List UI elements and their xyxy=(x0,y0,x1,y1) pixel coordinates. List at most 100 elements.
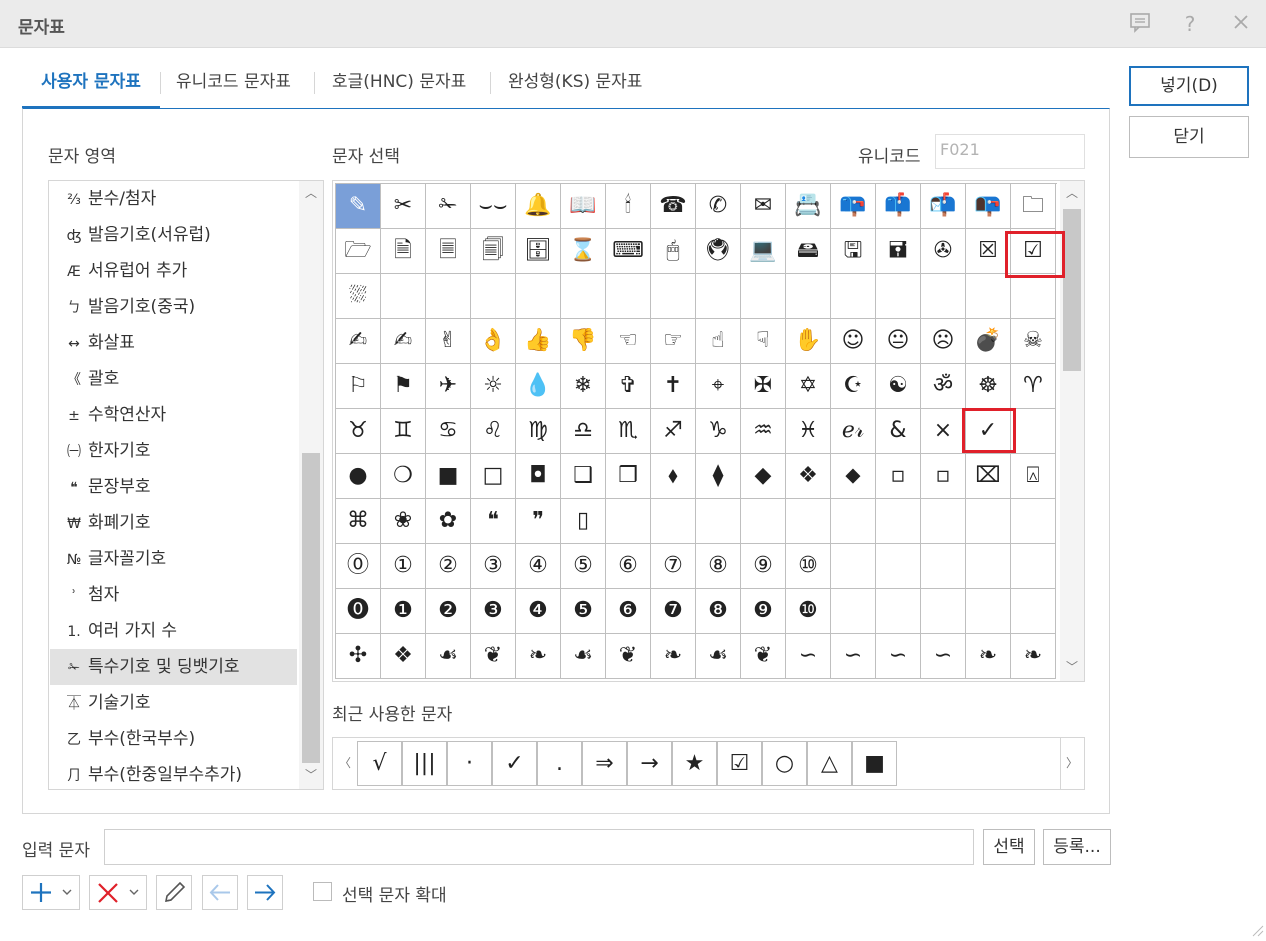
char-cell[interactable]: ⬧ xyxy=(651,454,696,499)
recent-char-cell[interactable]: ☑ xyxy=(717,741,762,786)
char-cell[interactable]: ♍ xyxy=(516,409,561,454)
char-cell[interactable]: 💻 xyxy=(741,229,786,274)
char-cell[interactable] xyxy=(966,499,1011,544)
char-cell[interactable]: ♏ xyxy=(606,409,651,454)
char-cell[interactable]: ☸ xyxy=(966,364,1011,409)
char-cell[interactable]: ⚐ xyxy=(336,364,381,409)
list-item[interactable]: ㄅ 발음기호(중국) xyxy=(50,289,297,325)
insert-button[interactable]: 넣기(D) xyxy=(1129,66,1249,106)
list-scrollbar[interactable]: ︿ ﹀ xyxy=(299,181,323,789)
char-cell[interactable]: ⌘ xyxy=(336,499,381,544)
list-item[interactable]: ₩ 화폐기호 xyxy=(50,505,297,541)
question-icon[interactable]: ? xyxy=(1177,11,1203,37)
char-cell[interactable]: ☝ xyxy=(696,319,741,364)
grid-scroll-thumb[interactable] xyxy=(1063,209,1081,371)
char-cell[interactable]: ⧫ xyxy=(696,454,741,499)
char-cell[interactable]: ✈ xyxy=(426,364,471,409)
char-cell[interactable]: 💧 xyxy=(516,364,561,409)
list-item[interactable]: ⏄ 기술기호 xyxy=(50,685,297,721)
char-cell[interactable] xyxy=(606,274,651,319)
char-cell[interactable]: ♌ xyxy=(471,409,516,454)
char-cell[interactable] xyxy=(831,499,876,544)
char-cell[interactable]: ❀ xyxy=(381,499,426,544)
char-cell[interactable] xyxy=(651,499,696,544)
char-cell[interactable]: ✉ xyxy=(741,184,786,229)
char-cell[interactable]: ❧ xyxy=(966,634,1011,679)
char-cell[interactable]: ❽ xyxy=(696,589,741,634)
char-cell[interactable]: ❹ xyxy=(516,589,561,634)
char-cell[interactable]: ▫ xyxy=(876,454,921,499)
char-cell[interactable]: ✡ xyxy=(786,364,831,409)
char-cell[interactable] xyxy=(426,274,471,319)
list-item[interactable]: ❝ 문장부호 xyxy=(50,469,297,505)
input-chars-field[interactable] xyxy=(104,829,974,865)
recent-char-cell[interactable]: ||| xyxy=(402,741,447,786)
char-cell[interactable]: ❧ xyxy=(516,634,561,679)
char-cell[interactable] xyxy=(966,544,1011,589)
char-cell[interactable]: 🖱 xyxy=(651,229,696,274)
char-cell[interactable]: ♎ xyxy=(561,409,606,454)
char-cell[interactable]: ✂ xyxy=(381,184,426,229)
list-item[interactable]: ✁ 특수기호 및 딩뱃기호 xyxy=(50,649,297,685)
list-item[interactable]: ㈠ 한자기호 xyxy=(50,433,297,469)
char-cell[interactable]: ॐ xyxy=(921,364,966,409)
char-cell[interactable]: ③ xyxy=(471,544,516,589)
list-item[interactable]: ± 수학연산자 xyxy=(50,397,297,433)
delete-button[interactable] xyxy=(89,875,147,910)
char-cell[interactable]: ☜ xyxy=(606,319,651,364)
list-item[interactable]: ↔ 화살표 xyxy=(50,325,297,361)
char-cell[interactable]: ❧ xyxy=(1011,634,1056,679)
char-cell[interactable]: ◆ xyxy=(741,454,786,499)
char-cell[interactable] xyxy=(696,274,741,319)
resize-grip-icon[interactable] xyxy=(1248,921,1264,937)
char-cell[interactable]: ☙ xyxy=(696,634,741,679)
list-item[interactable]: 《 괄호 xyxy=(50,361,297,397)
char-cell[interactable]: ✆ xyxy=(696,184,741,229)
char-area-list[interactable]: ︿ ﹀ ⅔ 분수/첨자 ʤ 발음기호(서유럽) Æ 서유럽어 추가 ㄅ 발음기호(중국) ↔ 화살… xyxy=(48,180,324,790)
list-item[interactable]: Æ 서유럽어 추가 xyxy=(50,253,297,289)
char-cell[interactable]: ✎ xyxy=(336,184,381,229)
char-cell[interactable]: ❄ xyxy=(561,364,606,409)
recent-char-cell[interactable]: △ xyxy=(807,741,852,786)
select-button[interactable]: 선택 xyxy=(983,829,1035,865)
char-cell[interactable] xyxy=(1011,409,1056,454)
char-cell[interactable]: ☙ xyxy=(426,634,471,679)
recent-char-cell[interactable]: . xyxy=(537,741,582,786)
char-cell[interactable]: ∽ xyxy=(831,634,876,679)
list-scroll-thumb[interactable] xyxy=(302,453,320,763)
char-cell[interactable] xyxy=(786,274,831,319)
char-cell[interactable]: ✁ xyxy=(426,184,471,229)
char-cell[interactable]: ✌ xyxy=(426,319,471,364)
char-cell[interactable]: ❒ xyxy=(606,454,651,499)
char-cell[interactable]: ▫ xyxy=(921,454,966,499)
list-item[interactable]: 1. 여러 가지 수 xyxy=(50,613,297,649)
char-cell[interactable] xyxy=(741,499,786,544)
char-cell[interactable] xyxy=(741,274,786,319)
char-cell[interactable]: 🗁 xyxy=(336,229,381,274)
char-cell[interactable]: ❺ xyxy=(561,589,606,634)
char-cell[interactable] xyxy=(876,499,921,544)
scroll-up-icon[interactable]: ︿ xyxy=(301,183,321,203)
char-cell[interactable]: ⑦ xyxy=(651,544,696,589)
char-cell[interactable] xyxy=(696,499,741,544)
char-cell[interactable]: ❦ xyxy=(606,634,651,679)
char-cell[interactable]: ℯ𝓇 xyxy=(831,409,876,454)
char-cell[interactable]: 🗐 xyxy=(471,229,516,274)
char-cell[interactable]: ❖ xyxy=(381,634,426,679)
char-cell[interactable]: 📪 xyxy=(831,184,876,229)
char-cell[interactable]: ❿ xyxy=(786,589,831,634)
char-cell[interactable]: 🖫 xyxy=(831,229,876,274)
edit-button[interactable] xyxy=(156,875,192,910)
char-cell[interactable]: ☹ xyxy=(921,319,966,364)
char-cell[interactable]: ✍ xyxy=(336,319,381,364)
char-cell[interactable]: ⌛ xyxy=(561,229,606,274)
char-cell[interactable]: 🗎 xyxy=(381,229,426,274)
char-cell[interactable]: ❸ xyxy=(471,589,516,634)
close-button[interactable]: 닫기 xyxy=(1129,116,1249,158)
char-cell[interactable] xyxy=(966,274,1011,319)
char-cell[interactable]: 🖴 xyxy=(786,229,831,274)
char-cell[interactable] xyxy=(606,499,651,544)
char-cell[interactable] xyxy=(1011,274,1056,319)
recent-char-cell[interactable]: · xyxy=(447,741,492,786)
char-cell[interactable]: ● xyxy=(336,454,381,499)
